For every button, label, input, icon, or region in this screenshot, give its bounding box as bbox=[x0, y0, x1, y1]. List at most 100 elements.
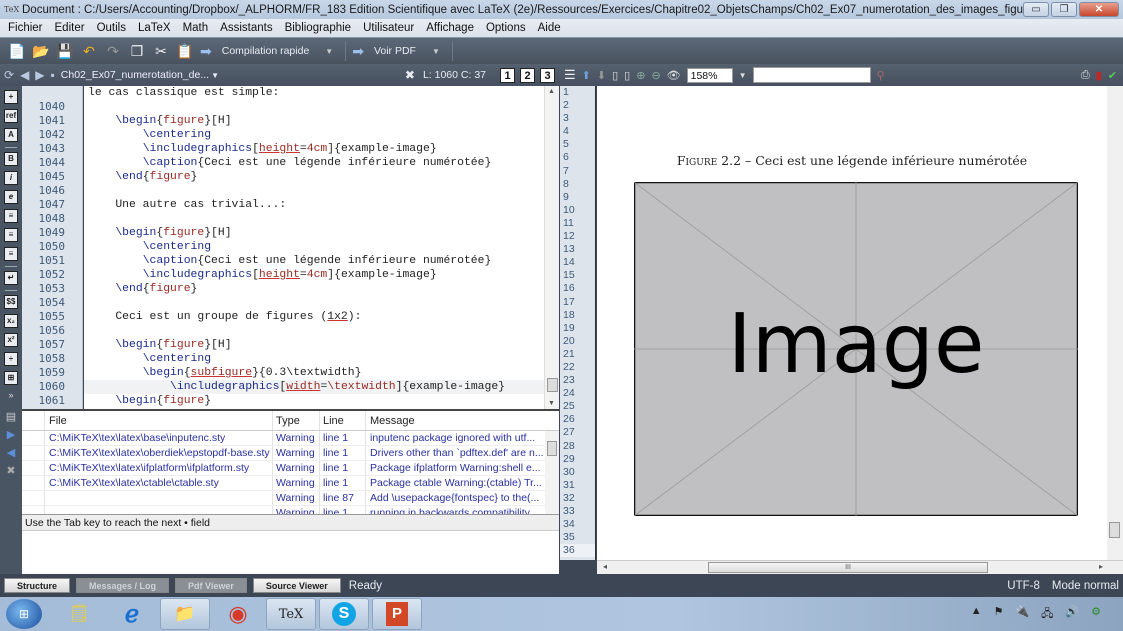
newline-icon[interactable]: ↵ bbox=[4, 271, 18, 285]
network-icon[interactable]: 🖧 bbox=[1041, 605, 1053, 624]
align-center-icon[interactable]: ≡ bbox=[4, 228, 18, 242]
find-icon[interactable]: ⚲ bbox=[877, 69, 885, 82]
show-hidden-icons-icon[interactable]: ▲ bbox=[971, 605, 982, 624]
code-line[interactable]: \centering bbox=[84, 240, 544, 254]
more-tools-icon[interactable]: » bbox=[0, 390, 22, 402]
tab-pdf-viewer[interactable]: Pdf Viewer bbox=[175, 578, 247, 593]
insert-icon[interactable]: + bbox=[4, 90, 18, 104]
compile-button[interactable]: Compilation rapide bbox=[222, 45, 310, 57]
volume-icon[interactable]: 🔊 bbox=[1065, 605, 1079, 624]
close-button[interactable]: ✕ bbox=[1079, 2, 1119, 17]
menu-utilisateur[interactable]: Utilisateur bbox=[363, 22, 414, 34]
view-pdf-button[interactable]: Voir PDF bbox=[374, 45, 416, 57]
subscript-icon[interactable]: x₂ bbox=[4, 314, 18, 328]
view-2-button[interactable]: 2 bbox=[520, 67, 535, 83]
menu-options[interactable]: Options bbox=[486, 22, 526, 34]
code-line[interactable]: \begin{figure}[H] bbox=[84, 338, 544, 352]
scroll-thumb[interactable] bbox=[1109, 522, 1120, 538]
column-header-file[interactable]: File bbox=[44, 411, 272, 430]
tab-source-viewer[interactable]: Source Viewer bbox=[252, 578, 341, 593]
code-line[interactable]: le cas classique est simple: bbox=[84, 86, 544, 100]
sync-icon[interactable]: ⚙ bbox=[1091, 605, 1101, 624]
previous-error-icon[interactable]: ◀ bbox=[0, 446, 22, 464]
taskbar-file-explorer[interactable]: 📁 bbox=[160, 598, 210, 630]
zoom-select[interactable]: 158% bbox=[686, 67, 733, 83]
code-line[interactable]: \begin{figure}[H] bbox=[84, 226, 544, 240]
view-3-button[interactable]: 3 bbox=[540, 67, 555, 83]
power-icon[interactable]: 🔌 bbox=[1015, 605, 1029, 624]
column-header-message[interactable]: Message bbox=[365, 411, 559, 430]
fraction-icon[interactable]: ÷ bbox=[4, 352, 18, 366]
print-icon[interactable]: ⎙ bbox=[1081, 69, 1090, 82]
command-input[interactable]: Use the Tab key to reach the next • fiel… bbox=[22, 515, 559, 531]
next-page-icon[interactable]: ⬇ bbox=[597, 69, 606, 82]
next-error-icon[interactable]: ▶ bbox=[0, 428, 22, 446]
cut-icon[interactable]: ✂ bbox=[152, 42, 170, 60]
code-line[interactable] bbox=[84, 324, 544, 338]
compile-dropdown-icon[interactable]: ▼ bbox=[325, 47, 333, 56]
external-viewer-icon[interactable]: ▮ bbox=[1096, 69, 1102, 82]
code-line[interactable]: \includegraphics[height=4cm]{example-ima… bbox=[84, 268, 544, 282]
menu-outils[interactable]: Outils bbox=[97, 22, 126, 34]
code-line[interactable]: \includegraphics[width=\textwidth]{examp… bbox=[84, 380, 544, 394]
pdf-search-input[interactable] bbox=[752, 67, 871, 83]
ref-icon[interactable]: ref bbox=[4, 109, 18, 123]
pdf-vertical-scrollbar[interactable] bbox=[1107, 86, 1123, 560]
message-row[interactable]: C:\MiKTeX\tex\latex\base\inputenc.sty War… bbox=[22, 431, 559, 446]
pdf-viewer[interactable]: Figure 2.2 – Ceci est une légende inféri… bbox=[597, 86, 1107, 560]
compile-arrow-icon[interactable]: ➡ bbox=[200, 43, 212, 60]
emphasis-icon[interactable]: e bbox=[4, 190, 18, 204]
code-line[interactable]: \end{figure} bbox=[84, 282, 544, 296]
math-mode-icon[interactable]: $$ bbox=[4, 295, 18, 309]
message-row[interactable]: C:\MiKTeX\tex\latex\ctable\ctable.sty War… bbox=[22, 476, 559, 491]
previous-document-icon[interactable]: ◀ bbox=[20, 68, 29, 82]
code-line[interactable]: \includegraphics[height=4cm]{example-ima… bbox=[84, 142, 544, 156]
document-dropdown-icon[interactable]: ▼ bbox=[211, 71, 219, 80]
new-file-icon[interactable]: 📄 bbox=[8, 42, 26, 60]
magnifier-icon[interactable]: 👁 bbox=[667, 69, 681, 82]
zoom-out-icon[interactable]: ⊖ bbox=[651, 69, 660, 82]
align-right-icon[interactable]: ≡ bbox=[4, 247, 18, 261]
tab-messages-log[interactable]: Messages / Log bbox=[76, 578, 170, 593]
code-line[interactable]: \begin{figure}[H] bbox=[84, 114, 544, 128]
minimize-button[interactable]: ▭ bbox=[1023, 2, 1049, 17]
code-line[interactable]: \begin{figure} bbox=[84, 394, 544, 408]
taskbar-internet-explorer[interactable]: ℯ bbox=[107, 598, 157, 630]
scroll-thumb[interactable]: III bbox=[708, 562, 988, 573]
menu-editer[interactable]: Editer bbox=[55, 22, 85, 34]
menu-fichier[interactable]: Fichier bbox=[8, 22, 43, 34]
redo-icon[interactable]: ↷ bbox=[104, 42, 122, 60]
scroll-down-icon[interactable]: ▼ bbox=[548, 400, 555, 407]
message-row[interactable]: C:\MiKTeX\tex\latex\ifplatform\ifplatfor… bbox=[22, 461, 559, 476]
dfrac-icon[interactable]: ⊞ bbox=[4, 371, 18, 385]
save-icon[interactable]: 💾 bbox=[56, 42, 74, 60]
scroll-right-icon[interactable]: ▸ bbox=[1099, 562, 1103, 571]
view-1-button[interactable]: 1 bbox=[500, 67, 515, 83]
check-icon[interactable]: ✔ bbox=[1108, 69, 1117, 82]
zoom-in-icon[interactable]: ⊕ bbox=[636, 69, 645, 82]
previous-page-icon[interactable]: ⬆ bbox=[582, 69, 591, 82]
tab-structure[interactable]: Structure bbox=[4, 578, 71, 593]
code-line[interactable]: Ceci est un groupe de figures (1x2): bbox=[84, 310, 544, 324]
refresh-icon[interactable]: ⟳ bbox=[4, 68, 14, 82]
action-center-icon[interactable]: ⚑ bbox=[994, 605, 1004, 624]
scroll-thumb[interactable] bbox=[547, 441, 557, 456]
taskbar-chrome[interactable]: ◉ bbox=[213, 598, 263, 630]
bold-icon[interactable]: B bbox=[4, 152, 18, 166]
menu-affichage[interactable]: Affichage bbox=[426, 22, 474, 34]
undo-icon[interactable]: ↶ bbox=[80, 42, 98, 60]
taskbar-texmaker[interactable]: TeX bbox=[266, 598, 316, 630]
structure-toggle-icon[interactable]: ☰ bbox=[564, 67, 576, 83]
fit-page-icon[interactable]: ▯ bbox=[624, 69, 630, 82]
code-line[interactable]: \centering bbox=[84, 352, 544, 366]
copy-icon[interactable]: ❐ bbox=[128, 42, 146, 60]
code-line[interactable]: \centering bbox=[84, 128, 544, 142]
pdf-horizontal-scrollbar[interactable]: ◂ III ▸ bbox=[597, 560, 1123, 574]
code-line[interactable]: \caption{Ceci est une légende inférieure… bbox=[84, 156, 544, 170]
code-line[interactable]: \begin{subfigure}{0.3\textwidth} bbox=[84, 366, 544, 380]
close-document-icon[interactable]: ✖ bbox=[405, 68, 415, 82]
scroll-thumb[interactable] bbox=[547, 378, 558, 392]
fit-width-icon[interactable]: ▯ bbox=[612, 69, 618, 82]
menu-bibliographie[interactable]: Bibliographie bbox=[285, 22, 352, 34]
zoom-dropdown-icon[interactable]: ▼ bbox=[739, 71, 747, 80]
